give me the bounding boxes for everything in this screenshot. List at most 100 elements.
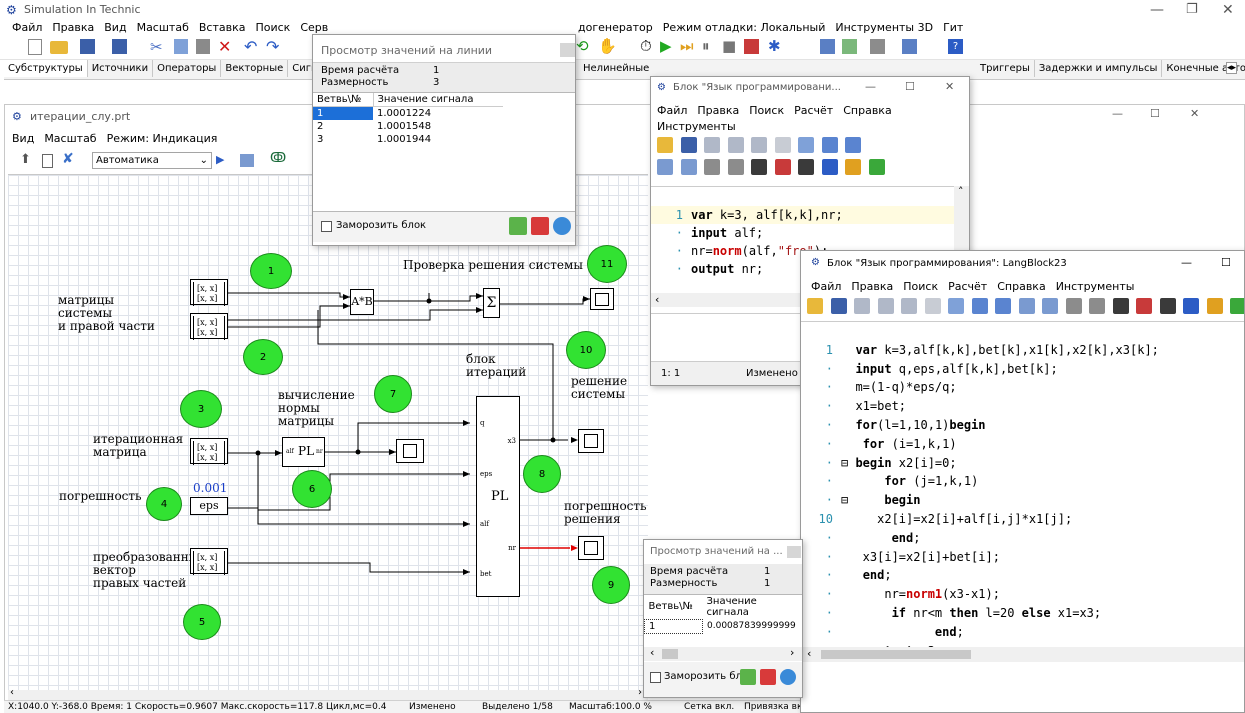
canvas-hscrollbar[interactable]: ‹ › xyxy=(8,687,648,700)
lang1-maximize-button[interactable]: ☐ xyxy=(905,80,915,93)
scroll-right-icon[interactable]: › xyxy=(790,646,794,659)
delete-icon[interactable] xyxy=(774,137,791,153)
window-icon[interactable] xyxy=(798,159,814,175)
thumbs-up-icon[interactable] xyxy=(509,217,527,235)
calc-icon[interactable] xyxy=(704,159,720,175)
copy-icon[interactable] xyxy=(877,298,894,314)
cut-icon[interactable] xyxy=(854,298,870,314)
paste-icon[interactable] xyxy=(901,298,917,314)
box-icon[interactable] xyxy=(751,159,767,175)
matrix-block-b[interactable]: [x, x] [x, x] xyxy=(190,313,228,340)
display-block-norm[interactable] xyxy=(396,439,424,463)
lang2-hscroll-thumb[interactable] xyxy=(821,650,971,659)
display-block-error[interactable] xyxy=(578,536,604,560)
scroll-up-icon[interactable]: ˄ xyxy=(958,185,964,198)
lang1-titlebar[interactable]: ⚙ Блок "Язык программировани... — ☐ ✕ xyxy=(651,77,969,99)
viewer2-close-button[interactable] xyxy=(787,546,801,558)
lang2-minimize-button[interactable]: — xyxy=(1181,256,1192,269)
matrix-block-a[interactable]: [x, x] [x, x] xyxy=(190,279,228,306)
lang1-menu-search[interactable]: Поиск xyxy=(749,104,784,117)
magic-icon[interactable] xyxy=(845,159,861,175)
refresh-icon[interactable] xyxy=(553,217,571,235)
paste-icon[interactable] xyxy=(751,137,767,153)
delete-icon[interactable] xyxy=(924,298,941,314)
viewer1-close-button[interactable] xyxy=(560,43,575,57)
calc-icon[interactable] xyxy=(1065,298,1082,314)
table-row[interactable]: 3 1.0001944 xyxy=(313,133,503,146)
viewer2-titlebar[interactable]: Просмотр значений на ... xyxy=(644,540,802,564)
help-icon[interactable] xyxy=(821,159,838,175)
table-row[interactable]: 2 1.0001548 xyxy=(313,120,503,133)
eps-block[interactable]: eps xyxy=(190,497,228,515)
lang2-menu-file[interactable]: Файл xyxy=(811,280,841,293)
check-icon[interactable] xyxy=(868,159,885,175)
matrix-block-vector[interactable]: [x, x] [x, x] xyxy=(190,548,228,575)
undo-icon[interactable] xyxy=(821,137,838,153)
open-icon[interactable] xyxy=(657,137,673,153)
viewer2-hscroll-thumb[interactable] xyxy=(662,649,678,659)
lang2-menu-tools[interactable]: Инструменты xyxy=(1056,280,1135,293)
replace-icon[interactable] xyxy=(1042,298,1058,314)
scroll-left-icon[interactable]: ‹ xyxy=(10,687,14,698)
thumbs-down-icon[interactable] xyxy=(760,669,776,685)
redo-icon[interactable] xyxy=(845,137,861,153)
scroll-left-icon[interactable]: ‹ xyxy=(650,646,654,659)
lang1-menu-edit[interactable]: Правка xyxy=(697,104,739,117)
undo-icon[interactable] xyxy=(971,298,988,314)
copy-icon[interactable] xyxy=(727,137,744,153)
redo-icon[interactable] xyxy=(995,298,1011,314)
lang2-maximize-button[interactable]: ☐ xyxy=(1221,256,1231,269)
lang2-menu-edit[interactable]: Правка xyxy=(851,280,893,293)
chart-icon[interactable] xyxy=(774,159,791,175)
viewer1-titlebar[interactable]: Просмотр значений на линии xyxy=(313,35,575,62)
viewer2-hscrollbar[interactable]: ‹ › xyxy=(644,646,802,661)
viewer1-freeze-checkbox[interactable] xyxy=(321,221,332,232)
lang2-menu-calc[interactable]: Расчёт xyxy=(948,280,987,293)
box-icon[interactable] xyxy=(1112,298,1129,314)
sum-block[interactable]: Σ xyxy=(483,288,500,318)
save-icon[interactable] xyxy=(680,137,697,153)
scroll-left-icon[interactable]: ‹ xyxy=(807,647,811,660)
pin-icon[interactable] xyxy=(1089,298,1105,314)
refresh-icon[interactable] xyxy=(780,669,796,685)
lang1-menu-help[interactable]: Справка xyxy=(843,104,891,117)
cut-icon[interactable] xyxy=(704,137,720,153)
check-icon[interactable] xyxy=(1230,298,1244,314)
lang1-menu-tools[interactable]: Инструменты xyxy=(657,120,736,133)
help-icon[interactable] xyxy=(1183,298,1199,314)
lang2-menu-search[interactable]: Поиск xyxy=(903,280,938,293)
line-icon[interactable] xyxy=(948,298,964,314)
lang2-menu-help[interactable]: Справка xyxy=(997,280,1045,293)
display-block-check[interactable] xyxy=(590,288,614,310)
lang1-hscrollbar[interactable]: ‹ xyxy=(651,293,801,307)
magic-icon[interactable] xyxy=(1206,298,1223,314)
lang2-titlebar[interactable]: ⚙ Блок "Язык программирования": LangBloc… xyxy=(801,251,1244,276)
replace-icon[interactable] xyxy=(680,159,697,175)
find-icon[interactable] xyxy=(657,159,673,175)
norm-pl-block[interactable]: alf PL nr xyxy=(282,437,325,467)
lang1-menu-calc[interactable]: Расчёт xyxy=(794,104,833,117)
lang1-menu-file[interactable]: Файл xyxy=(657,104,687,117)
multiply-block[interactable]: A*B xyxy=(350,289,374,315)
scroll-left-icon[interactable]: ‹ xyxy=(655,293,659,306)
thumbs-up-icon[interactable] xyxy=(740,669,756,685)
lang2-editor[interactable]: 1 var k=3,alf[k,k],bet[k],x1[k],x2[k],x3… xyxy=(801,321,1244,658)
display-block-solution[interactable] xyxy=(578,429,604,453)
line-icon[interactable] xyxy=(798,137,814,153)
matrix-block-iter[interactable]: [x, x] [x, x] xyxy=(190,438,228,465)
find-icon[interactable] xyxy=(1018,298,1035,314)
pin-icon[interactable] xyxy=(727,159,744,175)
lang1-minimize-button[interactable]: — xyxy=(865,80,876,93)
lang2-hscrollbar[interactable]: ‹ xyxy=(801,647,1244,662)
thumbs-down-icon[interactable] xyxy=(531,217,549,235)
viewer2-freeze-checkbox[interactable] xyxy=(650,672,661,683)
table-row[interactable]: 1 0.00087839999999 xyxy=(644,618,803,634)
window-icon[interactable] xyxy=(1159,298,1176,314)
lang1-close-button[interactable]: ✕ xyxy=(945,80,954,93)
open-icon[interactable] xyxy=(807,298,823,314)
table-row[interactable]: 1 1.0001224 xyxy=(313,106,503,120)
iteration-pl-block[interactable]: q x3 eps PL alf nr bet xyxy=(476,396,520,597)
save-icon[interactable] xyxy=(830,298,847,314)
chart-icon[interactable] xyxy=(1136,298,1152,314)
scroll-right-icon[interactable]: › xyxy=(638,687,642,698)
